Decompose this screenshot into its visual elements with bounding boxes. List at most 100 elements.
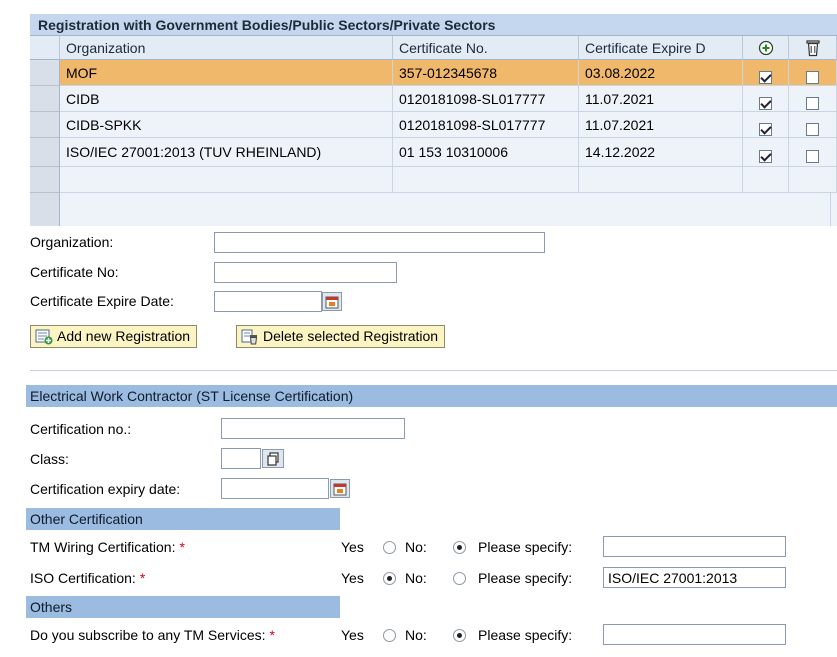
cell-active [743,86,789,112]
add-document-icon [35,329,53,344]
delete-checkbox[interactable] [806,96,819,110]
certificate-expire-input[interactable] [214,291,322,312]
calendar-button[interactable] [322,292,342,311]
cell-certificate-no[interactable]: 0120181098-SL017777 [393,112,579,138]
tm-wiring-label: TM Wiring Certification: * [30,539,185,555]
class-input[interactable] [221,448,261,469]
iso-no-radio[interactable] [453,572,466,585]
please-specify-label: Please specify: [478,627,573,643]
column-header-add[interactable] [743,36,789,60]
cell-delete [789,86,837,112]
cell-active [743,112,789,138]
tm-services-label-text: Do you subscribe to any TM Services: [30,627,266,643]
no-label: No: [405,539,427,555]
calendar-icon [325,296,339,308]
delete-checkbox[interactable] [806,149,819,163]
cell-delete [789,112,837,138]
tm-wiring-yes-radio[interactable] [383,541,396,554]
electrical-section-title: Electrical Work Contractor (ST License C… [26,385,837,407]
cell-delete [789,167,837,193]
certification-expiry-label: Certification expiry date: [30,481,181,497]
cell-delete [789,60,837,86]
certification-no-input[interactable] [221,418,405,439]
row-selector[interactable] [30,112,60,138]
cell-organization[interactable] [60,167,393,193]
tm-wiring-specify-input[interactable] [603,536,786,557]
cell-organization[interactable]: ISO/IEC 27001:2013 (TUV RHEINLAND) [60,138,393,167]
certificate-no-input[interactable] [214,262,397,283]
column-header-certificate-expire[interactable]: Certificate Expire D [579,36,743,60]
cell-expire-date[interactable] [579,167,743,193]
column-header-organization[interactable]: Organization [60,36,393,60]
cell-expire-date[interactable]: 11.07.2021 [579,86,743,112]
tm-services-label: Do you subscribe to any TM Services: * [30,627,275,643]
required-mark: * [179,539,185,555]
certification-no-label: Certification no.: [30,421,132,437]
delete-document-icon [241,329,258,344]
column-header-certificate-no[interactable]: Certificate No. [393,36,579,60]
calendar-icon [333,483,347,495]
iso-certification-label-text: ISO Certification: [30,570,136,586]
copy-icon [267,451,279,466]
delete-checkbox[interactable] [806,122,819,136]
cell-certificate-no[interactable] [393,167,579,193]
row-selector-filler [30,193,60,226]
cell-active [743,138,789,167]
required-mark: * [139,570,146,586]
tm-services-specify-input[interactable] [603,624,786,645]
cell-certificate-no[interactable]: 357-012345678 [393,60,579,86]
please-specify-label: Please specify: [478,539,573,555]
row-selector[interactable] [30,60,60,86]
cell-organization[interactable]: CIDB-SPKK [60,112,393,138]
column-header-delete[interactable] [789,36,837,60]
scrollbar-stub[interactable] [830,193,837,226]
please-specify-label: Please specify: [478,570,573,586]
cell-organization[interactable]: MOF [60,60,393,86]
tm-services-yes-radio[interactable] [383,629,396,642]
row-selector[interactable] [30,138,60,167]
certificate-expire-label: Certificate Expire Date: [30,293,174,309]
organization-label: Organization: [30,234,114,250]
iso-yes-radio[interactable] [383,572,396,585]
cell-active [743,60,789,86]
row-selector[interactable] [30,167,60,193]
iso-certification-label: ISO Certification: * [30,570,145,586]
delete-registration-button[interactable]: Delete selected Registration [236,325,446,348]
yes-label: Yes [341,627,364,643]
cell-organization[interactable]: CIDB [60,86,393,112]
no-label: No: [405,627,427,643]
no-label: No: [405,570,427,586]
delete-checkbox[interactable] [806,70,819,84]
divider [30,370,837,371]
add-registration-button[interactable]: Add new Registration [30,325,198,348]
yes-label: Yes [341,570,364,586]
cell-expire-date[interactable]: 11.07.2021 [579,112,743,138]
class-label: Class: [30,451,69,467]
row-selector-header[interactable] [30,36,60,60]
calendar-button[interactable] [330,479,350,498]
active-checkbox[interactable] [759,149,772,163]
row-selector[interactable] [30,86,60,112]
trash-icon[interactable] [805,39,821,57]
cell-certificate-no[interactable]: 01 153 10310006 [393,138,579,167]
tm-wiring-label-text: TM Wiring Certification: [30,539,176,555]
cell-delete [789,138,837,167]
add-circle-icon[interactable] [758,40,774,56]
active-checkbox[interactable] [759,122,772,136]
other-certification-section-title: Other Certification [26,508,340,530]
cell-expire-date[interactable]: 03.08.2022 [579,60,743,86]
cell-expire-date[interactable]: 14.12.2022 [579,138,743,167]
class-value-help-button[interactable] [262,449,284,468]
iso-specify-input[interactable] [603,567,786,588]
certification-expiry-input[interactable] [221,478,329,499]
cell-active [743,167,789,193]
active-checkbox[interactable] [759,96,772,110]
organization-input[interactable] [214,232,545,253]
tm-wiring-no-radio[interactable] [453,541,466,554]
others-section-title: Others [26,596,340,618]
required-mark: * [269,627,275,643]
delete-registration-label: Delete selected Registration [263,328,439,344]
active-checkbox[interactable] [759,70,772,84]
cell-certificate-no[interactable]: 0120181098-SL017777 [393,86,579,112]
tm-services-no-radio[interactable] [453,629,466,642]
